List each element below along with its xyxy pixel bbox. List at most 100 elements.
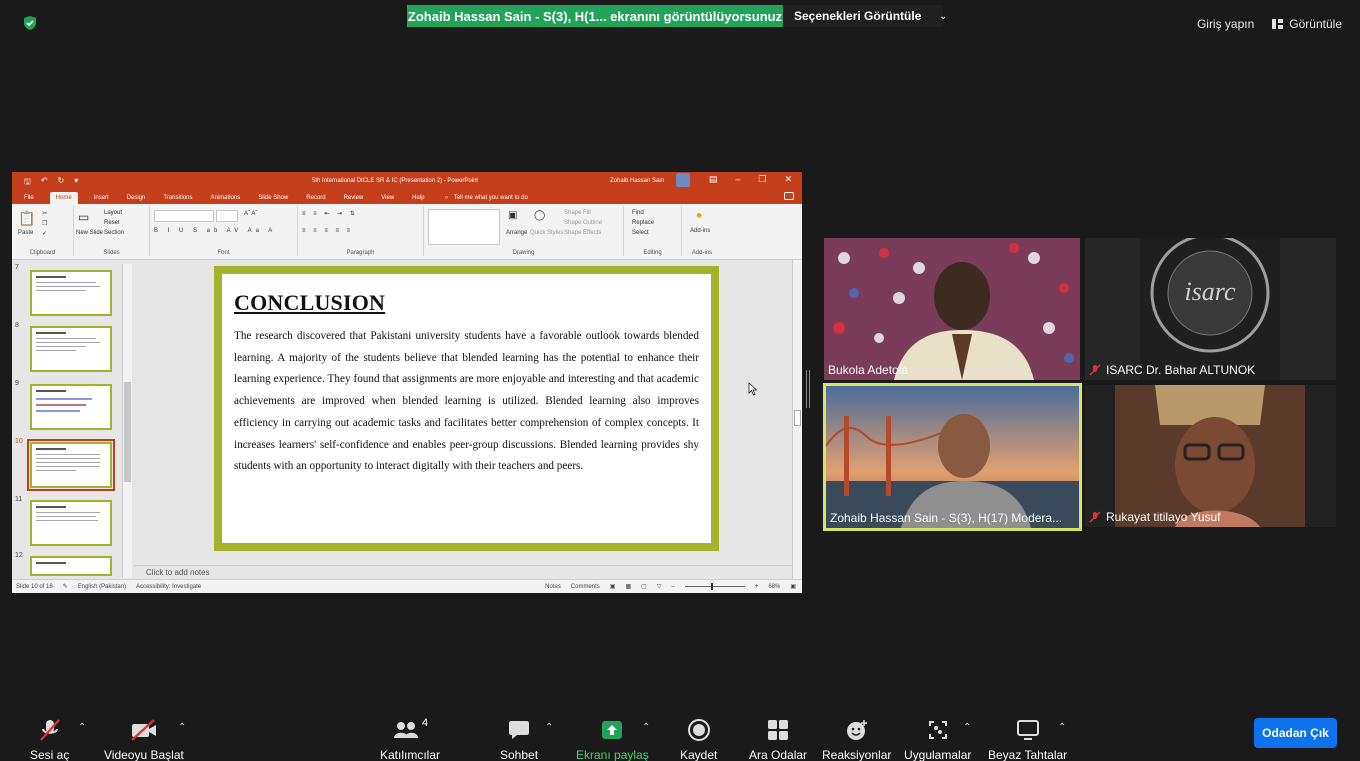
thumbnail-scrollbar[interactable] — [122, 264, 132, 578]
chat-button[interactable]: Sohbet — [500, 714, 538, 761]
paste-button[interactable]: Paste — [18, 230, 33, 236]
thumbnail-item[interactable]: 11 — [12, 496, 130, 552]
section-button[interactable]: Section — [104, 230, 124, 236]
customize-icon[interactable]: ▾ — [74, 176, 78, 190]
layout-button[interactable]: Layout — [104, 210, 122, 216]
zoom-level[interactable]: 68% — [768, 584, 780, 590]
new-slide-button[interactable]: New Slide — [76, 230, 103, 236]
font-size-select[interactable] — [216, 210, 238, 222]
paste-icon[interactable]: 📋 — [18, 210, 35, 227]
panel-resize-handle[interactable] — [806, 370, 810, 408]
reading-view-icon[interactable]: ▢ — [641, 583, 647, 590]
participant-tile[interactable]: isarc ISARC Dr. Bahar ALTUNOK — [1085, 238, 1336, 380]
participants-button[interactable]: 4 Katılımcılar — [380, 714, 440, 761]
thumbnail-item-selected[interactable]: 10 — [12, 438, 130, 494]
view-options-button[interactable]: Seçenekleri Görüntüle ⌄ — [783, 5, 947, 27]
slide-thumbnail[interactable] — [30, 384, 112, 430]
shape-outline-button[interactable]: Shape Outline — [564, 220, 602, 226]
font-format-buttons[interactable]: B I U S ab AV Aa A — [154, 228, 276, 234]
thumbnail-item[interactable]: 8 — [12, 322, 130, 378]
slideshow-icon[interactable]: ▽ — [657, 583, 662, 590]
tab-help[interactable]: Help — [410, 195, 426, 204]
tab-review[interactable]: Review — [342, 195, 366, 204]
slide-thumbnail[interactable] — [30, 270, 112, 316]
addins-button[interactable]: Add-ins — [690, 228, 710, 234]
whiteboards-button[interactable]: Beyaz Tahtalar — [988, 714, 1067, 761]
select-button[interactable]: Select — [632, 230, 649, 236]
tab-insert[interactable]: Insert — [92, 195, 111, 204]
participant-tile-active-speaker[interactable]: Zohaib Hassan Sain - S(3), H(17) Modera.… — [823, 383, 1082, 531]
save-icon[interactable]: 🖫 — [24, 176, 31, 190]
tab-transitions[interactable]: Transitions — [161, 195, 194, 204]
font-name-select[interactable] — [154, 210, 214, 222]
leave-meeting-button[interactable]: Odadan Çık — [1254, 718, 1337, 748]
copy-icon[interactable]: ❐ — [42, 220, 47, 227]
sign-in-link[interactable]: Giriş yapın — [1197, 17, 1254, 31]
apps-button[interactable]: Uygulamalar — [904, 714, 971, 761]
cut-icon[interactable]: ✂ — [42, 210, 47, 217]
slide-scrollbar[interactable] — [792, 260, 802, 580]
participant-tile[interactable]: Rukayat titilayo Yusuf — [1085, 385, 1336, 527]
current-slide[interactable]: CONCLUSION The research discovered that … — [214, 266, 719, 551]
redo-icon[interactable]: ↻ — [58, 176, 65, 190]
grow-font-icon[interactable]: Aˆ Aˇ — [244, 211, 257, 217]
quick-styles-button[interactable]: Quick Styles — [530, 230, 563, 236]
thumbnail-item[interactable]: 7 — [12, 264, 130, 320]
thumbnail-item[interactable]: 9 — [12, 380, 130, 436]
undo-icon[interactable]: ↶ — [41, 176, 48, 190]
tab-slide-show[interactable]: Slide Show — [256, 195, 290, 204]
apps-options-chevron-icon[interactable]: ⌃ — [963, 722, 971, 733]
zoom-slider[interactable] — [684, 583, 745, 590]
thumbnail-item[interactable]: 12 — [12, 552, 130, 576]
video-options-chevron-icon[interactable]: ⌃ — [178, 722, 186, 733]
addins-icon[interactable]: ● — [696, 210, 702, 221]
minimize-icon[interactable]: – — [735, 174, 740, 185]
shape-fill-button[interactable]: Shape Fill — [564, 210, 591, 216]
tab-view[interactable]: View — [379, 195, 396, 204]
chat-options-chevron-icon[interactable]: ⌃ — [545, 722, 553, 733]
slide-title[interactable]: CONCLUSION — [234, 290, 699, 316]
normal-view-icon[interactable]: ▣ — [610, 583, 616, 590]
avatar[interactable] — [676, 173, 690, 187]
slide-body-text[interactable]: The research discovered that Pakistani u… — [234, 326, 699, 478]
spellcheck-icon[interactable]: ✎ — [63, 583, 68, 590]
close-icon[interactable]: ✕ — [784, 174, 792, 185]
reset-button[interactable]: Reset — [104, 220, 120, 226]
notes-toggle[interactable]: Notes — [545, 584, 561, 590]
replace-button[interactable]: Replace — [632, 220, 654, 226]
slide-sorter-icon[interactable]: ▦ — [625, 583, 631, 590]
shapes-gallery[interactable] — [428, 209, 500, 245]
share-screen-button[interactable]: Ekranı paylaş — [576, 714, 649, 761]
tab-home[interactable]: Home — [49, 192, 78, 204]
breakout-rooms-button[interactable]: Ara Odalar — [749, 714, 807, 761]
slide-thumbnail[interactable] — [30, 326, 112, 372]
arrange-icon[interactable]: ▣ — [508, 210, 517, 221]
find-button[interactable]: Find — [632, 210, 644, 216]
language-indicator[interactable]: English (Pakistan) — [78, 584, 126, 590]
slide-thumbnail[interactable] — [30, 556, 112, 576]
align-buttons[interactable]: ≡ ≡ ≡ ≡ ≡ — [302, 228, 353, 234]
zoom-out-icon[interactable]: – — [671, 584, 674, 590]
accessibility-status[interactable]: Accessibility: Investigate — [136, 584, 201, 590]
comments-icon[interactable] — [784, 192, 794, 200]
slide-thumbnail[interactable] — [30, 500, 112, 546]
zoom-in-icon[interactable]: + — [755, 584, 759, 590]
tab-design[interactable]: Design — [125, 195, 148, 204]
record-button[interactable]: Kaydet — [680, 714, 717, 761]
shape-effects-button[interactable]: Shape Effects — [564, 230, 601, 236]
slide-thumbnail[interactable] — [27, 439, 115, 491]
new-slide-icon[interactable]: ▭ — [78, 210, 89, 224]
maximize-icon[interactable]: ❐ — [758, 174, 766, 185]
audio-options-chevron-icon[interactable]: ⌃ — [78, 722, 86, 733]
unmute-button[interactable]: Sesi aç — [30, 714, 69, 761]
arrange-button[interactable]: Arrange — [506, 230, 527, 236]
fit-slide-icon[interactable]: ▣ — [790, 583, 796, 590]
shield-icon[interactable] — [22, 15, 38, 31]
share-options-chevron-icon[interactable]: ⌃ — [642, 722, 650, 733]
tab-file[interactable]: File — [22, 195, 36, 204]
tell-me-search[interactable]: ○ Tell me what you want to do — [441, 195, 532, 204]
view-button[interactable]: Görüntüle — [1272, 17, 1342, 31]
format-painter-icon[interactable]: ✓ — [42, 230, 47, 237]
reactions-button[interactable]: Reaksiyonlar — [822, 714, 891, 761]
participant-tile[interactable]: Bukola Adetola — [824, 238, 1080, 380]
